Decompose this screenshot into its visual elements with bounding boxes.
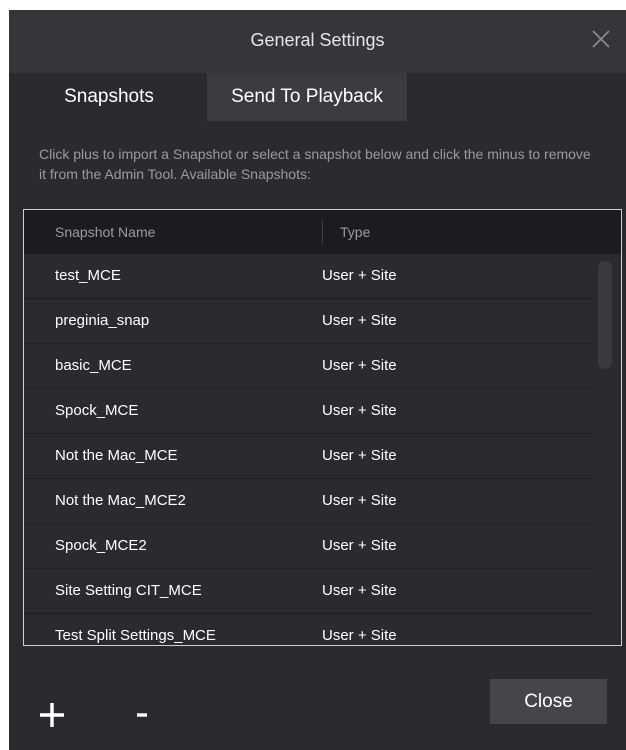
table-row[interactable]: test_MCE User + Site [24,254,592,299]
tab-bar: Snapshots Send To Playback [9,73,626,121]
table-row[interactable]: Spock_MCE User + Site [24,389,592,434]
snapshot-type-cell: User + Site [322,627,397,644]
close-button[interactable]: Close [490,679,607,724]
table-row[interactable]: preginia_snap User + Site [24,299,592,344]
column-header-snapshot-name[interactable]: Snapshot Name [55,210,155,254]
table-row[interactable]: basic_MCE User + Site [24,344,592,389]
instructions-text: Click plus to import a Snapshot or selec… [39,146,591,182]
dialog-title: General Settings [250,30,385,50]
snapshot-type-cell: User + Site [322,537,397,554]
table-row[interactable]: Test Split Settings_MCE User + Site [24,614,592,645]
snapshot-name-cell: test_MCE [55,267,121,284]
general-settings-dialog: General Settings Snapshots Send To Playb… [9,10,626,750]
snapshot-type-cell: User + Site [322,492,397,509]
table-row[interactable]: Not the Mac_MCE User + Site [24,434,592,479]
snapshot-name-cell: preginia_snap [55,312,150,329]
snapshot-type-cell: User + Site [322,447,397,464]
snapshot-type-cell: User + Site [322,402,397,419]
minus-icon[interactable] [127,700,157,730]
table-row[interactable]: Site Setting CIT_MCE User + Site [24,569,592,614]
snapshot-name-cell: basic_MCE [55,357,132,374]
snapshot-name-cell: Test Split Settings_MCE [55,627,216,644]
snapshot-type-cell: User + Site [322,312,397,329]
dialog-footer: Close [9,650,626,750]
close-icon[interactable] [590,28,612,50]
tab-send-to-playback[interactable]: Send To Playback [207,73,407,121]
snapshot-name-cell: Not the Mac_MCE [55,447,178,464]
tab-snapshots[interactable]: Snapshots [29,73,189,121]
table-row[interactable]: Spock_MCE2 User + Site [24,524,592,569]
snapshot-table: Snapshot Name Type test_MCE User + Site … [23,209,622,646]
snapshot-name-cell: Site Setting CIT_MCE [55,582,202,599]
plus-icon[interactable] [37,700,67,730]
column-divider[interactable] [322,220,323,244]
snapshot-name-cell: Spock_MCE2 [55,537,147,554]
snapshot-type-cell: User + Site [322,582,397,599]
dialog-titlebar: General Settings [9,10,626,73]
snapshot-type-cell: User + Site [322,267,397,284]
table-rows: test_MCE User + Site preginia_snap User … [24,254,592,645]
column-header-type[interactable]: Type [340,210,370,254]
table-row[interactable]: Not the Mac_MCE2 User + Site [24,479,592,524]
snapshot-type-cell: User + Site [322,357,397,374]
table-scrollbar[interactable] [598,261,612,369]
snapshot-name-cell: Not the Mac_MCE2 [55,492,186,509]
snapshot-name-cell: Spock_MCE [55,402,139,419]
table-header: Snapshot Name Type [24,210,621,254]
